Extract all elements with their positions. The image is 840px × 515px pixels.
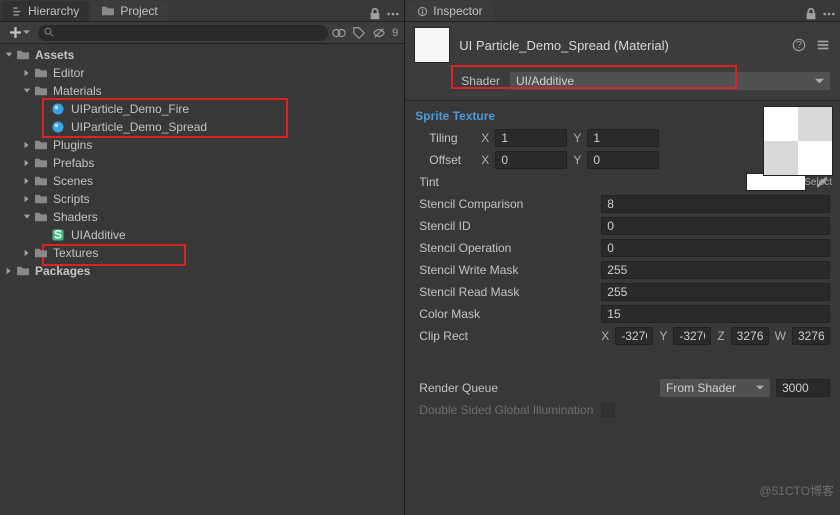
- chevron-right-icon: [5, 267, 13, 275]
- tab-label: Inspector: [433, 4, 482, 18]
- window-menu-icon[interactable]: [822, 7, 836, 21]
- material-preview[interactable]: [415, 28, 449, 62]
- clip-w-input[interactable]: [792, 327, 830, 345]
- tree-shaders[interactable]: Shaders: [0, 208, 404, 226]
- shader-value: UI/Additive: [516, 74, 574, 88]
- project-search[interactable]: [38, 25, 328, 41]
- clip-y-input[interactable]: [673, 327, 711, 345]
- chevron-down-icon: [815, 77, 824, 86]
- stencil-id-input[interactable]: [601, 217, 830, 235]
- tree-material-fire[interactable]: UIParticle_Demo_Fire: [0, 100, 404, 118]
- tree-scripts[interactable]: Scripts: [0, 190, 404, 208]
- stencil-operation-input[interactable]: [601, 239, 830, 257]
- hidden-visibility-icon[interactable]: [372, 26, 386, 40]
- folder-icon: [16, 49, 30, 61]
- tab-label: Hierarchy: [28, 4, 79, 18]
- help-icon[interactable]: ?: [792, 38, 806, 52]
- folder-icon: [34, 67, 48, 79]
- lock-icon[interactable]: [368, 7, 382, 21]
- lock-icon[interactable]: [804, 7, 818, 21]
- dsgi-checkbox[interactable]: [601, 403, 615, 417]
- clip-x-input[interactable]: [615, 327, 653, 345]
- render-queue-row: Render Queue From Shader: [405, 377, 840, 399]
- filter-by-label-icon[interactable]: [352, 26, 366, 40]
- inspector-object-name: UI Particle_Demo_Spread (Material): [459, 38, 669, 53]
- stencil-read-mask-input[interactable]: [601, 283, 830, 301]
- offset-x-input[interactable]: [495, 151, 567, 169]
- window-menu-icon[interactable]: [386, 7, 400, 21]
- project-panel: Hierarchy Project 9: [0, 0, 405, 515]
- tree-packages[interactable]: Packages: [0, 262, 404, 280]
- chevron-down-icon: [23, 213, 31, 221]
- dsgi-row: Double Sided Global Illumination: [405, 399, 840, 421]
- folder-icon: [101, 5, 115, 17]
- tree-textures[interactable]: Textures: [0, 244, 404, 262]
- project-toolbar: 9: [0, 22, 404, 44]
- tree-plugins[interactable]: Plugins: [0, 136, 404, 154]
- chevron-down-icon: [5, 51, 13, 59]
- stencil-comparison-input[interactable]: [601, 195, 830, 213]
- shader-dropdown[interactable]: UI/Additive: [510, 72, 830, 90]
- tree-assets[interactable]: Assets: [0, 46, 404, 64]
- chevron-down-icon: [756, 384, 764, 392]
- tab-hierarchy[interactable]: Hierarchy: [2, 1, 89, 21]
- material-icon: [52, 103, 64, 115]
- left-tab-bar: Hierarchy Project: [0, 0, 404, 22]
- color-mask-input[interactable]: [601, 305, 830, 323]
- chevron-down-icon: [23, 87, 31, 95]
- chevron-right-icon: [23, 159, 31, 167]
- tiling-y-input[interactable]: [587, 129, 659, 147]
- chevron-right-icon: [23, 69, 31, 77]
- chevron-right-icon: [23, 195, 31, 203]
- search-icon: [44, 27, 55, 38]
- filter-by-type-icon[interactable]: [332, 26, 346, 40]
- inspector-icon: [417, 6, 428, 17]
- folder-icon: [34, 157, 48, 169]
- project-tree: Assets Editor Materials UIParticle_Demo_…: [0, 44, 404, 515]
- folder-icon: [34, 193, 48, 205]
- tree-editor[interactable]: Editor: [0, 64, 404, 82]
- chevron-right-icon: [23, 177, 31, 185]
- add-button[interactable]: [6, 26, 34, 39]
- tab-inspector[interactable]: Inspector: [407, 1, 492, 21]
- folder-icon: [34, 175, 48, 187]
- tiling-x-input[interactable]: [495, 129, 567, 147]
- chevron-right-icon: [23, 141, 31, 149]
- watermark-text: @51CTO博客: [759, 482, 834, 499]
- clip-z-input[interactable]: [731, 327, 769, 345]
- texture-select-button[interactable]: Select: [764, 177, 832, 188]
- tab-project[interactable]: Project: [91, 1, 167, 21]
- tree-shader-uiadditive[interactable]: S UIAdditive: [0, 226, 404, 244]
- preset-icon[interactable]: [816, 38, 830, 52]
- svg-text:?: ?: [796, 39, 802, 51]
- shader-label: Shader: [461, 74, 500, 88]
- folder-icon: [16, 265, 30, 277]
- tab-label: Project: [120, 4, 157, 18]
- texture-slot[interactable]: [764, 107, 832, 175]
- inspector-panel: Inspector UI Particle_Demo_Spread (Mater…: [405, 0, 840, 515]
- folder-icon: [34, 85, 48, 97]
- offset-y-input[interactable]: [587, 151, 659, 169]
- chevron-right-icon: [23, 249, 31, 257]
- search-input[interactable]: [55, 27, 323, 39]
- tree-scenes[interactable]: Scenes: [0, 172, 404, 190]
- tree-materials[interactable]: Materials: [0, 82, 404, 100]
- render-queue-mode-dropdown[interactable]: From Shader: [660, 379, 770, 397]
- folder-icon: [34, 139, 48, 151]
- inspector-header: UI Particle_Demo_Spread (Material) ?: [405, 22, 840, 68]
- shader-icon: S: [52, 229, 64, 241]
- svg-text:S: S: [54, 229, 62, 241]
- render-queue-value-input[interactable]: [776, 379, 830, 397]
- folder-icon: [34, 247, 48, 259]
- tree-material-spread[interactable]: UIParticle_Demo_Spread: [0, 118, 404, 136]
- hierarchy-icon: [12, 6, 23, 17]
- tree-prefabs[interactable]: Prefabs: [0, 154, 404, 172]
- folder-icon: [34, 211, 48, 223]
- shader-row: Shader UI/Additive: [405, 68, 840, 96]
- stencil-write-mask-input[interactable]: [601, 261, 830, 279]
- clip-rect-row: Clip Rect X Y Z W: [405, 325, 840, 347]
- hidden-count: 9: [392, 27, 398, 39]
- right-tab-bar: Inspector: [405, 0, 840, 22]
- material-icon: [52, 121, 64, 133]
